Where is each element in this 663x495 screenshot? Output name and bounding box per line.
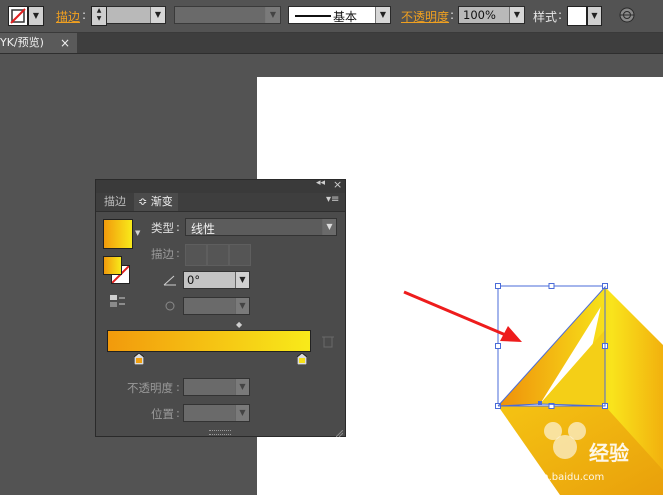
watermark-brand: 经验 — [589, 441, 629, 465]
delete-stop-icon[interactable] — [322, 334, 334, 348]
chevron-down-icon[interactable]: ▼ — [235, 379, 249, 395]
annotation-arrow — [403, 290, 522, 342]
anchor-point[interactable] — [538, 401, 542, 405]
tab-stroke-label: 描边 — [104, 195, 126, 208]
gradient-stop-end[interactable] — [296, 352, 308, 366]
aspect-ratio-field[interactable]: ▼ — [183, 297, 250, 315]
stop-opacity-colon: : — [176, 380, 180, 394]
gradient-slider[interactable] — [107, 330, 311, 352]
stroke-across-icon[interactable] — [229, 244, 251, 266]
watermark-url: jingyan.baidu.com — [512, 472, 605, 483]
stroke-along-icon[interactable] — [207, 244, 229, 266]
stroke-within-icon[interactable] — [185, 244, 207, 266]
aspect-ratio-icon — [163, 300, 177, 312]
gradient-stop-start[interactable] — [133, 352, 145, 366]
stop-location-field[interactable]: ▼ — [183, 404, 250, 422]
chevron-down-icon[interactable]: ▼ — [322, 219, 336, 235]
stop-location-label: 位置 — [151, 407, 174, 421]
gradient-panel: ◂◂ × 描边 ≎ 渐变 ▾≡ ▼ 类型 : 线性 ▼ 描边: 0° ▼ ▼ … — [95, 178, 346, 438]
type-label: 类型 — [151, 221, 174, 235]
handle-top-left[interactable] — [495, 283, 501, 289]
reverse-gradient-icon[interactable] — [109, 294, 127, 308]
close-icon[interactable]: × — [333, 178, 342, 191]
type-select[interactable]: 线性 ▼ — [185, 218, 337, 236]
collapse-icon[interactable]: ◂◂ — [316, 178, 325, 188]
type-colon: : — [176, 220, 180, 234]
angle-value[interactable]: 0° — [187, 273, 200, 287]
chevron-down-icon[interactable]: ▼ — [235, 298, 249, 314]
panel-tabs: 描边 ≎ 渐变 ▾≡ — [96, 193, 345, 212]
panel-resize-grip[interactable] — [209, 430, 231, 435]
fill-swatch[interactable] — [103, 256, 122, 275]
stroke-gradient-label: 描边 — [151, 247, 174, 261]
tab-gradient-label: 渐变 — [150, 195, 173, 208]
midpoint-diamond-icon[interactable]: ◆ — [236, 320, 242, 329]
chevron-down-icon[interactable]: ▼ — [235, 272, 249, 288]
angle-field[interactable]: 0° ▼ — [183, 271, 250, 289]
tab-stroke[interactable]: 描边 — [104, 193, 126, 211]
handle-top-middle[interactable] — [548, 283, 555, 289]
stop-location-colon: : — [176, 406, 180, 420]
tab-gradient-stepper-icon: ≎ — [138, 195, 148, 208]
panel-header[interactable]: ◂◂ × — [96, 178, 345, 193]
type-value: 线性 — [191, 222, 216, 236]
gradient-preview-swatch[interactable] — [103, 219, 133, 249]
handle-middle-left[interactable] — [495, 343, 501, 349]
stop-opacity-field[interactable]: ▼ — [183, 378, 250, 396]
chevron-down-icon[interactable]: ▼ — [135, 229, 140, 237]
stop-opacity-label: 不透明度 — [127, 381, 173, 395]
panel-corner-grip[interactable] — [335, 426, 344, 438]
tab-gradient[interactable]: ≎ 渐变 — [134, 193, 178, 211]
panel-menu-icon[interactable]: ▾≡ — [326, 194, 339, 205]
chevron-down-icon[interactable]: ▼ — [235, 405, 249, 421]
angle-icon — [163, 274, 177, 286]
stroke-gradient-colon: : — [176, 246, 180, 260]
